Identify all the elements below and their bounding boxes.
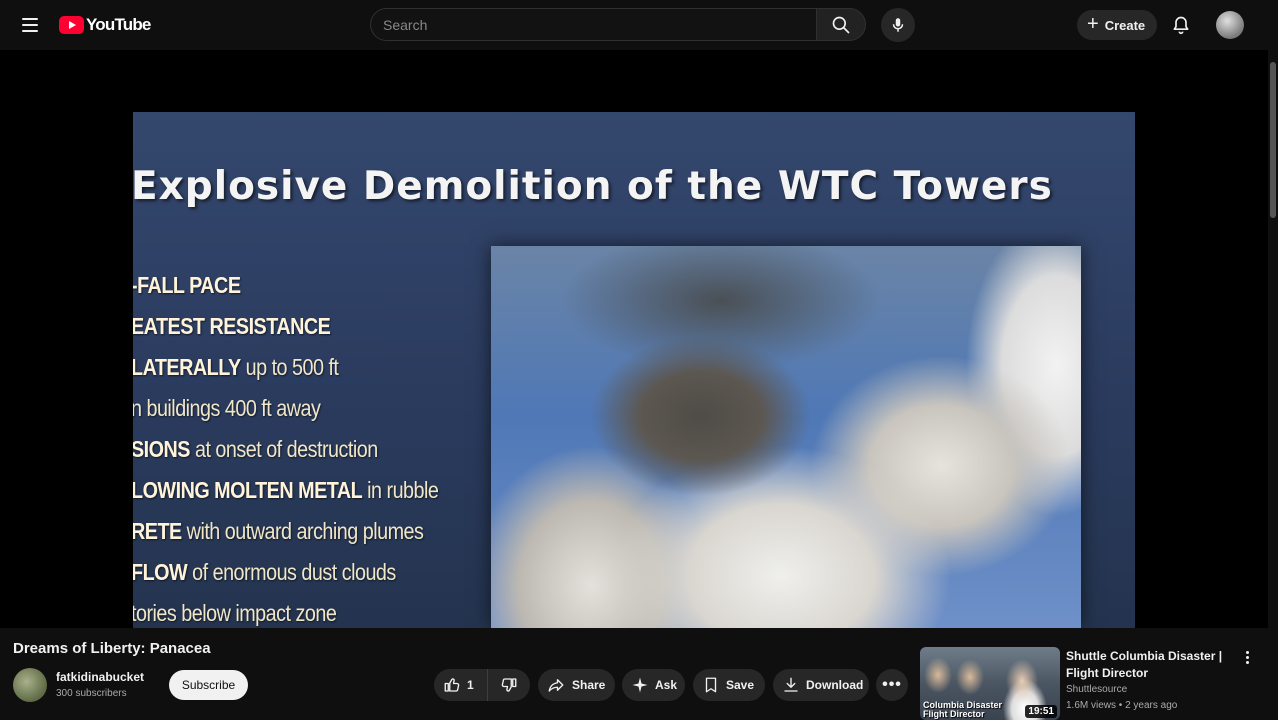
slide-bullet-text: at onset of destruction	[189, 436, 378, 462]
channel-avatar[interactable]	[13, 668, 47, 702]
thumbs-down-icon	[501, 678, 517, 692]
thumbnail-caption-line2: Flight Director	[923, 709, 985, 719]
channel-name[interactable]: fatkidinabucket	[56, 670, 144, 684]
kebab-menu-icon[interactable]	[1240, 648, 1254, 666]
download-button[interactable]: Download	[773, 669, 869, 701]
slide-bullet: n buildings 400 ft away	[133, 395, 438, 436]
search-button[interactable]	[816, 8, 866, 41]
download-icon	[784, 677, 798, 692]
slide-bullet-bold: FLOW	[133, 559, 188, 585]
voice-search-button[interactable]	[881, 8, 915, 42]
microphone-icon	[892, 18, 904, 32]
save-button[interactable]: Save	[693, 669, 765, 701]
video-duration: 19:51	[1025, 705, 1057, 718]
dislike-button[interactable]	[488, 669, 530, 701]
slide-bullet-bold: SIONS	[133, 436, 190, 462]
create-label: Create	[1104, 17, 1146, 33]
share-icon	[548, 679, 564, 692]
youtube-logo[interactable]: YouTube	[59, 14, 151, 36]
slide-bullet: tories below impact zone	[133, 600, 438, 628]
logo-text: YouTube	[86, 15, 151, 34]
slide-title: Explosive Demolition of the WTC Towers	[133, 164, 1053, 209]
subscriber-count: 300 subscribers	[56, 688, 127, 699]
slide-bullet-bold: RETE	[133, 518, 182, 544]
recommended-channel[interactable]: Shuttlesource	[1066, 684, 1127, 695]
recommended-meta: 1.6M views • 2 years ago	[1066, 700, 1178, 711]
youtube-logo-icon	[59, 16, 84, 34]
bell-icon	[1173, 16, 1189, 35]
thumbnail-caption: Columbia Disaster Flight Director	[923, 701, 1002, 719]
recommended-title[interactable]: Shuttle Columbia Disaster | Flight Direc…	[1066, 648, 1242, 682]
scrollbar-thumb[interactable]	[1270, 62, 1276, 218]
create-button[interactable]: + Create	[1077, 10, 1158, 40]
slide-bullet: EATEST RESISTANCE	[133, 313, 438, 354]
slide-bullet-bold: LATERALLY	[133, 354, 241, 380]
account-avatar[interactable]	[1216, 11, 1244, 39]
save-label: Save	[726, 678, 755, 692]
slide-bullet-list: -FALL PACE EATEST RESISTANCE LATERALLY up …	[133, 272, 488, 628]
download-label: Download	[806, 678, 864, 692]
slide-bullet-text: of enormous dust clouds	[187, 559, 396, 585]
slide-bullet-text: in rubble	[362, 477, 439, 503]
notifications-button[interactable]	[1167, 11, 1195, 39]
recommended-thumbnail[interactable]: Columbia Disaster Flight Director 19:51	[920, 647, 1060, 720]
thumbs-up-icon	[444, 678, 460, 692]
bookmark-icon	[705, 677, 717, 693]
like-dislike-group: 1	[434, 669, 530, 701]
slide-bullet: LOWING MOLTEN METAL in rubble	[133, 477, 439, 518]
like-button[interactable]: 1	[434, 669, 488, 701]
menu-icon[interactable]	[16, 12, 44, 38]
video-player[interactable]: Explosive Demolition of the WTC Towers -…	[0, 50, 1268, 628]
more-actions-button[interactable]: •••	[876, 669, 908, 701]
more-horizontal-icon: •••	[882, 676, 902, 693]
slide-bullet-text: with outward arching plumes	[181, 518, 424, 544]
subscribe-button[interactable]: Subscribe	[169, 670, 248, 700]
sparkle-icon	[632, 677, 648, 693]
slide-bullet-bold: LOWING MOLTEN METAL	[133, 477, 363, 503]
slide-bullet: -FALL PACE	[133, 272, 438, 313]
slide-bullet-text: up to 500 ft	[240, 354, 339, 380]
slide-bullet-text: n buildings 400 ft away	[133, 395, 321, 421]
share-button[interactable]: Share	[538, 669, 615, 701]
search-box	[370, 8, 816, 41]
search-icon	[832, 16, 850, 33]
plus-icon: +	[1087, 13, 1099, 35]
video-frame: Explosive Demolition of the WTC Towers -…	[133, 112, 1135, 628]
slide-bullet: SIONS at onset of destruction	[133, 436, 438, 477]
slide-bullet-bold: -FALL PACE	[133, 272, 241, 298]
like-count: 1	[467, 678, 474, 692]
ask-button[interactable]: Ask	[622, 669, 685, 701]
slide-bullet: LATERALLY up to 500 ft	[133, 354, 438, 395]
video-title: Dreams of Liberty: Panacea	[13, 640, 211, 657]
collapse-photo	[491, 246, 1081, 628]
slide-bullet: FLOW of enormous dust clouds	[133, 559, 438, 600]
slide-bullet-bold: EATEST RESISTANCE	[133, 313, 331, 339]
share-label: Share	[572, 678, 606, 692]
ask-label: Ask	[655, 678, 678, 692]
search-input[interactable]	[383, 16, 816, 33]
masthead: YouTube + Create	[0, 0, 1278, 50]
slide-bullet-text: tories below impact zone	[133, 600, 337, 626]
slide-bullet: RETE with outward arching plumes	[133, 518, 438, 559]
